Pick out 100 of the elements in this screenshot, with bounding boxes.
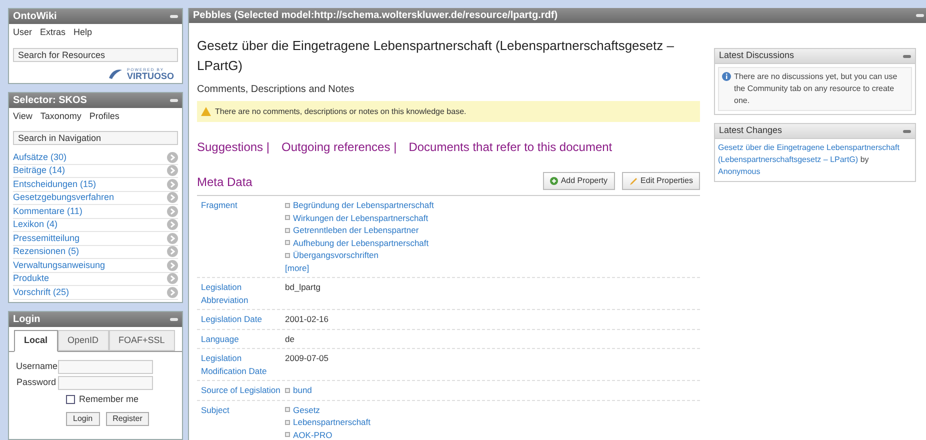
menu-item[interactable]: Taxonomy bbox=[40, 110, 82, 123]
page-heading: Gesetz über die Eingetragene Lebenspartnerschaft (Lebenspartnerschaftsgesetz – LPartG) bbox=[197, 37, 675, 75]
box-title: Latest Changes bbox=[719, 124, 782, 138]
resource-link[interactable]: AOK-PRO bbox=[293, 428, 332, 440]
expand-icon[interactable] bbox=[167, 232, 178, 244]
minimize-icon[interactable] bbox=[903, 130, 911, 132]
login-tab[interactable]: FOAF+SSL bbox=[108, 330, 175, 351]
expand-icon[interactable] bbox=[167, 165, 178, 176]
panel-title: Login bbox=[13, 312, 40, 326]
menu-item[interactable]: User bbox=[13, 26, 32, 40]
resource-link[interactable]: bund bbox=[293, 384, 312, 396]
pencil-icon bbox=[628, 176, 638, 186]
bullet-icon bbox=[285, 240, 290, 246]
search-field[interactable]: Search for Resources bbox=[13, 48, 178, 62]
taxonomy-link[interactable]: Vorschrift (25) bbox=[13, 286, 70, 299]
minimize-icon[interactable] bbox=[903, 54, 911, 58]
section-link[interactable]: Documents that refer to this document bbox=[408, 138, 612, 156]
menu-item[interactable]: Help bbox=[74, 26, 92, 40]
login-tab[interactable]: OpenID bbox=[58, 330, 109, 351]
expand-icon[interactable] bbox=[167, 273, 178, 284]
taxonomy-link[interactable]: Beiträge (14) bbox=[13, 164, 66, 178]
bullet-icon bbox=[285, 228, 290, 233]
resource-link[interactable]: Lebenspartnerschaft bbox=[293, 416, 370, 428]
logo-icon bbox=[106, 68, 123, 80]
warning-icon bbox=[201, 107, 211, 116]
resource-link[interactable]: Wirkungen der Lebenspartnerschaft bbox=[293, 212, 428, 224]
property-label: Fragment bbox=[200, 199, 238, 212]
resource-link[interactable]: Gesetz bbox=[293, 404, 320, 416]
input-field[interactable] bbox=[58, 360, 153, 374]
property-value: 2009-07-05 bbox=[285, 352, 328, 364]
taxonomy-link[interactable]: Lexikon (4) bbox=[13, 218, 58, 232]
logo-text: VIRTUOSO bbox=[126, 72, 174, 80]
property-label: Legislation Abbreviation bbox=[200, 281, 250, 306]
panel-title: OntoWiki bbox=[13, 10, 57, 24]
bullet-icon bbox=[285, 407, 290, 412]
login-tab[interactable]: Local bbox=[14, 330, 58, 352]
menu-item[interactable]: View bbox=[13, 110, 32, 123]
panel-title: Selector: SKOS bbox=[13, 94, 87, 108]
section-link[interactable]: Suggestions | bbox=[197, 138, 270, 156]
login-button[interactable]: Register bbox=[106, 412, 150, 426]
field-label: Username bbox=[16, 360, 56, 374]
property-label: Subject bbox=[200, 404, 230, 417]
section-heading: Comments, Descriptions and Notes bbox=[197, 83, 356, 97]
bullet-icon bbox=[285, 202, 290, 208]
bullet-icon bbox=[285, 432, 290, 438]
expand-icon[interactable] bbox=[167, 246, 178, 258]
taxonomy-link[interactable]: Kommentare (11) bbox=[13, 204, 82, 218]
taxonomy-link[interactable]: Verwaltungsanweisung bbox=[13, 258, 106, 272]
menu-item[interactable]: Profiles bbox=[89, 110, 120, 123]
expand-icon[interactable] bbox=[167, 260, 178, 271]
property-label: Legislation Date bbox=[200, 313, 263, 326]
resource-link[interactable]: Begründung der Lebenspartnerschaft bbox=[293, 199, 434, 212]
menu-item[interactable]: Extras bbox=[40, 26, 66, 40]
taxonomy-link[interactable]: Pressemitteilung bbox=[13, 232, 80, 245]
bullet-icon bbox=[285, 420, 290, 425]
taxonomy-link[interactable]: Rezensionen (5) bbox=[13, 245, 80, 258]
resource-link[interactable]: Getrenntleben der Lebenspartner bbox=[293, 224, 419, 236]
bullet-icon bbox=[285, 252, 290, 258]
more-link[interactable]: [more] bbox=[285, 262, 434, 274]
toolbar-button[interactable]: Edit Properties bbox=[622, 172, 700, 190]
toolbar-button[interactable]: Add Property bbox=[542, 172, 615, 190]
minimize-icon[interactable] bbox=[170, 318, 178, 320]
minimize-icon[interactable] bbox=[170, 15, 178, 18]
login-button[interactable]: Login bbox=[66, 412, 100, 426]
property-value: de bbox=[285, 332, 294, 345]
input-field[interactable] bbox=[58, 376, 153, 390]
property-label: Source of Legislation bbox=[200, 384, 282, 396]
expand-icon[interactable] bbox=[167, 192, 178, 204]
taxonomy-link[interactable]: Entscheidungen (15) bbox=[13, 178, 96, 191]
expand-icon[interactable] bbox=[167, 152, 178, 163]
expand-icon[interactable] bbox=[167, 178, 178, 190]
taxonomy-link[interactable]: Aufsätze (30) bbox=[13, 150, 67, 164]
property-value: bd_lpartg bbox=[285, 281, 320, 294]
resource-link[interactable]: Übergangsvorschriften bbox=[293, 249, 379, 262]
bullet-icon bbox=[285, 388, 290, 393]
expand-icon[interactable] bbox=[167, 219, 178, 230]
bullet-icon bbox=[285, 215, 290, 220]
section-link[interactable]: Outgoing references | bbox=[282, 138, 397, 156]
warning-text: There are no comments, descriptions or notes on this knowledge base. bbox=[215, 106, 466, 118]
add-icon bbox=[550, 177, 558, 185]
minimize-icon[interactable] bbox=[916, 14, 924, 17]
box-title: Latest Discussions bbox=[719, 49, 794, 62]
taxonomy-link[interactable]: Produkte bbox=[13, 272, 50, 286]
taxonomy-link[interactable]: Gesetzgebungsverfahren bbox=[13, 191, 114, 204]
field-label: Password bbox=[16, 376, 56, 390]
info-message: There are no discussions yet, but you can use the Community tab on any resource to create one. bbox=[734, 71, 898, 107]
property-label: Language bbox=[200, 332, 240, 345]
change-entry[interactable]: Gesetz über die Eingetragene Lebenspartnerschaft (Lebenspartnerschaftsgesetz – LPartG) by Anonymous bbox=[718, 142, 912, 178]
checkbox[interactable] bbox=[66, 395, 75, 404]
expand-icon[interactable] bbox=[167, 286, 178, 298]
search-field[interactable]: Search in Navigation bbox=[13, 131, 178, 145]
expand-icon[interactable] bbox=[167, 206, 178, 217]
checkbox-label: Remember me bbox=[79, 393, 139, 406]
minimize-icon[interactable] bbox=[170, 98, 178, 102]
resource-link[interactable]: Aufhebung der Lebenspartnerschaft bbox=[293, 236, 429, 249]
panel-title: Pebbles (Selected model:http://schema.wolterskluwer.de/resource/lpartg.rdf) bbox=[193, 9, 558, 23]
info-icon bbox=[722, 72, 731, 81]
property-value: 2001-02-16 bbox=[285, 313, 328, 326]
meta-data-heading: Meta Data bbox=[197, 174, 252, 191]
property-label: Legislation Modification Date bbox=[200, 352, 268, 377]
